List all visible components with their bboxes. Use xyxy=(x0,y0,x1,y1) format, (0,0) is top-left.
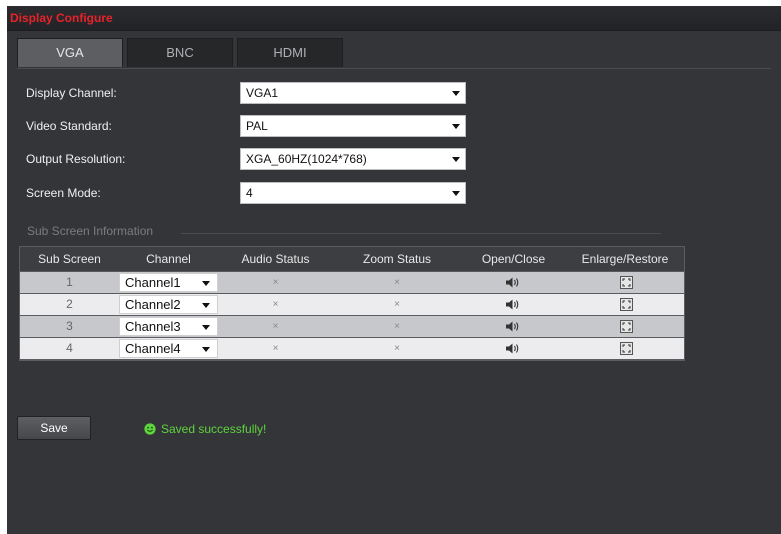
video-standard-label: Video Standard: xyxy=(26,119,112,133)
audio-status: × xyxy=(272,277,279,288)
speaker-icon[interactable] xyxy=(505,320,521,333)
enlarge-icon[interactable] xyxy=(620,320,633,333)
chevron-down-icon xyxy=(452,191,460,196)
table-row: 2 Channel2 × × xyxy=(20,294,684,316)
tab-hdmi[interactable]: HDMI xyxy=(237,38,343,67)
status-message: Saved successfully! xyxy=(161,422,267,436)
display-channel-label: Display Channel: xyxy=(26,86,117,100)
chevron-down-icon xyxy=(202,347,210,352)
display-channel-value: VGA1 xyxy=(246,86,279,100)
column-header-open-close: Open/Close xyxy=(481,252,546,266)
tab-vga[interactable]: VGA xyxy=(17,38,123,67)
speaker-icon[interactable] xyxy=(505,276,521,289)
video-standard-value: PAL xyxy=(246,119,268,133)
title-bar: Display Configure xyxy=(7,6,781,31)
speaker-icon[interactable] xyxy=(505,298,521,311)
output-resolution-value: XGA_60HZ(1024*768) xyxy=(246,152,367,166)
audio-status: × xyxy=(272,299,279,310)
chevron-down-icon xyxy=(202,281,210,286)
channel-value: Channel2 xyxy=(125,297,181,312)
screen-mode-select[interactable]: 4 xyxy=(240,182,466,204)
video-standard-select[interactable]: PAL xyxy=(240,115,466,137)
chevron-down-icon xyxy=(202,303,210,308)
column-header-sub-screen: Sub Screen xyxy=(38,252,101,266)
table-row: 4 Channel4 × × xyxy=(20,338,684,360)
chevron-down-icon xyxy=(452,124,460,129)
table-header: Sub Screen Channel Audio Status Zoom Sta… xyxy=(20,247,684,272)
tab-bnc[interactable]: BNC xyxy=(127,38,233,67)
smile-icon xyxy=(144,423,156,435)
display-configure-panel: Display Configure VGA BNC HDMI Display C… xyxy=(7,6,781,534)
column-header-audio-status: Audio Status xyxy=(241,252,310,266)
sub-screen-number: 4 xyxy=(66,341,73,355)
zoom-status: × xyxy=(394,321,400,332)
zoom-status: × xyxy=(394,299,400,310)
output-resolution-label: Output Resolution: xyxy=(26,152,126,166)
window-title: Display Configure xyxy=(10,11,113,25)
table-row: 3 Channel3 × × xyxy=(20,316,684,338)
tab-divider xyxy=(17,68,771,69)
column-header-channel: Channel xyxy=(146,252,191,266)
table-row: 1 Channel1 × × xyxy=(20,272,684,294)
chevron-down-icon xyxy=(452,91,460,96)
channel-select[interactable]: Channel4 xyxy=(119,339,218,358)
zoom-status: × xyxy=(394,343,400,354)
save-button[interactable]: Save xyxy=(17,416,91,440)
channel-value: Channel3 xyxy=(125,319,181,334)
output-resolution-select[interactable]: XGA_60HZ(1024*768) xyxy=(240,148,466,170)
channel-select[interactable]: Channel3 xyxy=(119,317,218,336)
display-channel-select[interactable]: VGA1 xyxy=(240,82,466,104)
sub-screen-number: 2 xyxy=(66,297,73,311)
enlarge-icon[interactable] xyxy=(620,276,633,289)
column-header-enlarge-restore: Enlarge/Restore xyxy=(581,252,669,266)
sub-screen-table: Sub Screen Channel Audio Status Zoom Sta… xyxy=(19,246,685,361)
channel-select[interactable]: Channel2 xyxy=(119,295,218,314)
column-header-zoom-status: Zoom Status xyxy=(362,252,432,266)
sub-screen-section-title: Sub Screen Information xyxy=(27,224,154,238)
chevron-down-icon xyxy=(202,325,210,330)
enlarge-icon[interactable] xyxy=(620,298,633,311)
chevron-down-icon xyxy=(452,157,460,162)
speaker-icon[interactable] xyxy=(505,342,521,355)
sub-screen-number: 1 xyxy=(66,275,73,289)
channel-select[interactable]: Channel1 xyxy=(119,273,218,292)
channel-value: Channel4 xyxy=(125,341,181,356)
zoom-status: × xyxy=(394,277,400,288)
screen-mode-value: 4 xyxy=(246,186,253,200)
audio-status: × xyxy=(272,321,279,332)
audio-status: × xyxy=(272,343,279,354)
screen-mode-label: Screen Mode: xyxy=(26,186,101,200)
channel-value: Channel1 xyxy=(125,275,181,290)
sub-screen-number: 3 xyxy=(66,319,73,333)
section-divider xyxy=(181,233,661,234)
enlarge-icon[interactable] xyxy=(620,342,633,355)
